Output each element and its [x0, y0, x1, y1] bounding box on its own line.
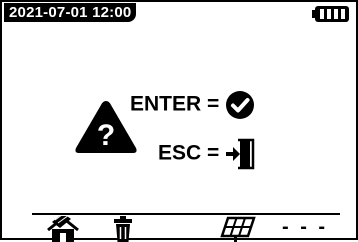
- enter-label: ENTER =: [130, 92, 220, 116]
- esc-prompt: ESC =: [158, 138, 255, 170]
- enter-prompt: ENTER =: [130, 90, 255, 120]
- house-solar-icon[interactable]: [46, 216, 80, 242]
- exit-door-icon[interactable]: [225, 138, 255, 170]
- warning-question-icon: ?: [75, 101, 137, 153]
- datetime: 2021-07-01 12:00: [4, 3, 137, 22]
- toolbar-placeholder-label: - - -: [282, 216, 329, 238]
- status-bar: 2021-07-01 12:00: [2, 2, 356, 24]
- confirm-dialog-screen: 2021-07-01 12:00 ? ENTER = ESC = - - -: [0, 0, 358, 242]
- solar-panel-icon[interactable]: [220, 216, 256, 242]
- check-circle-icon[interactable]: [225, 90, 255, 120]
- esc-label: ESC =: [158, 141, 220, 165]
- battery-full-icon: [312, 6, 349, 22]
- toolbar-divider: [32, 213, 340, 215]
- trash-icon[interactable]: [113, 216, 133, 242]
- svg-text:?: ?: [97, 119, 115, 152]
